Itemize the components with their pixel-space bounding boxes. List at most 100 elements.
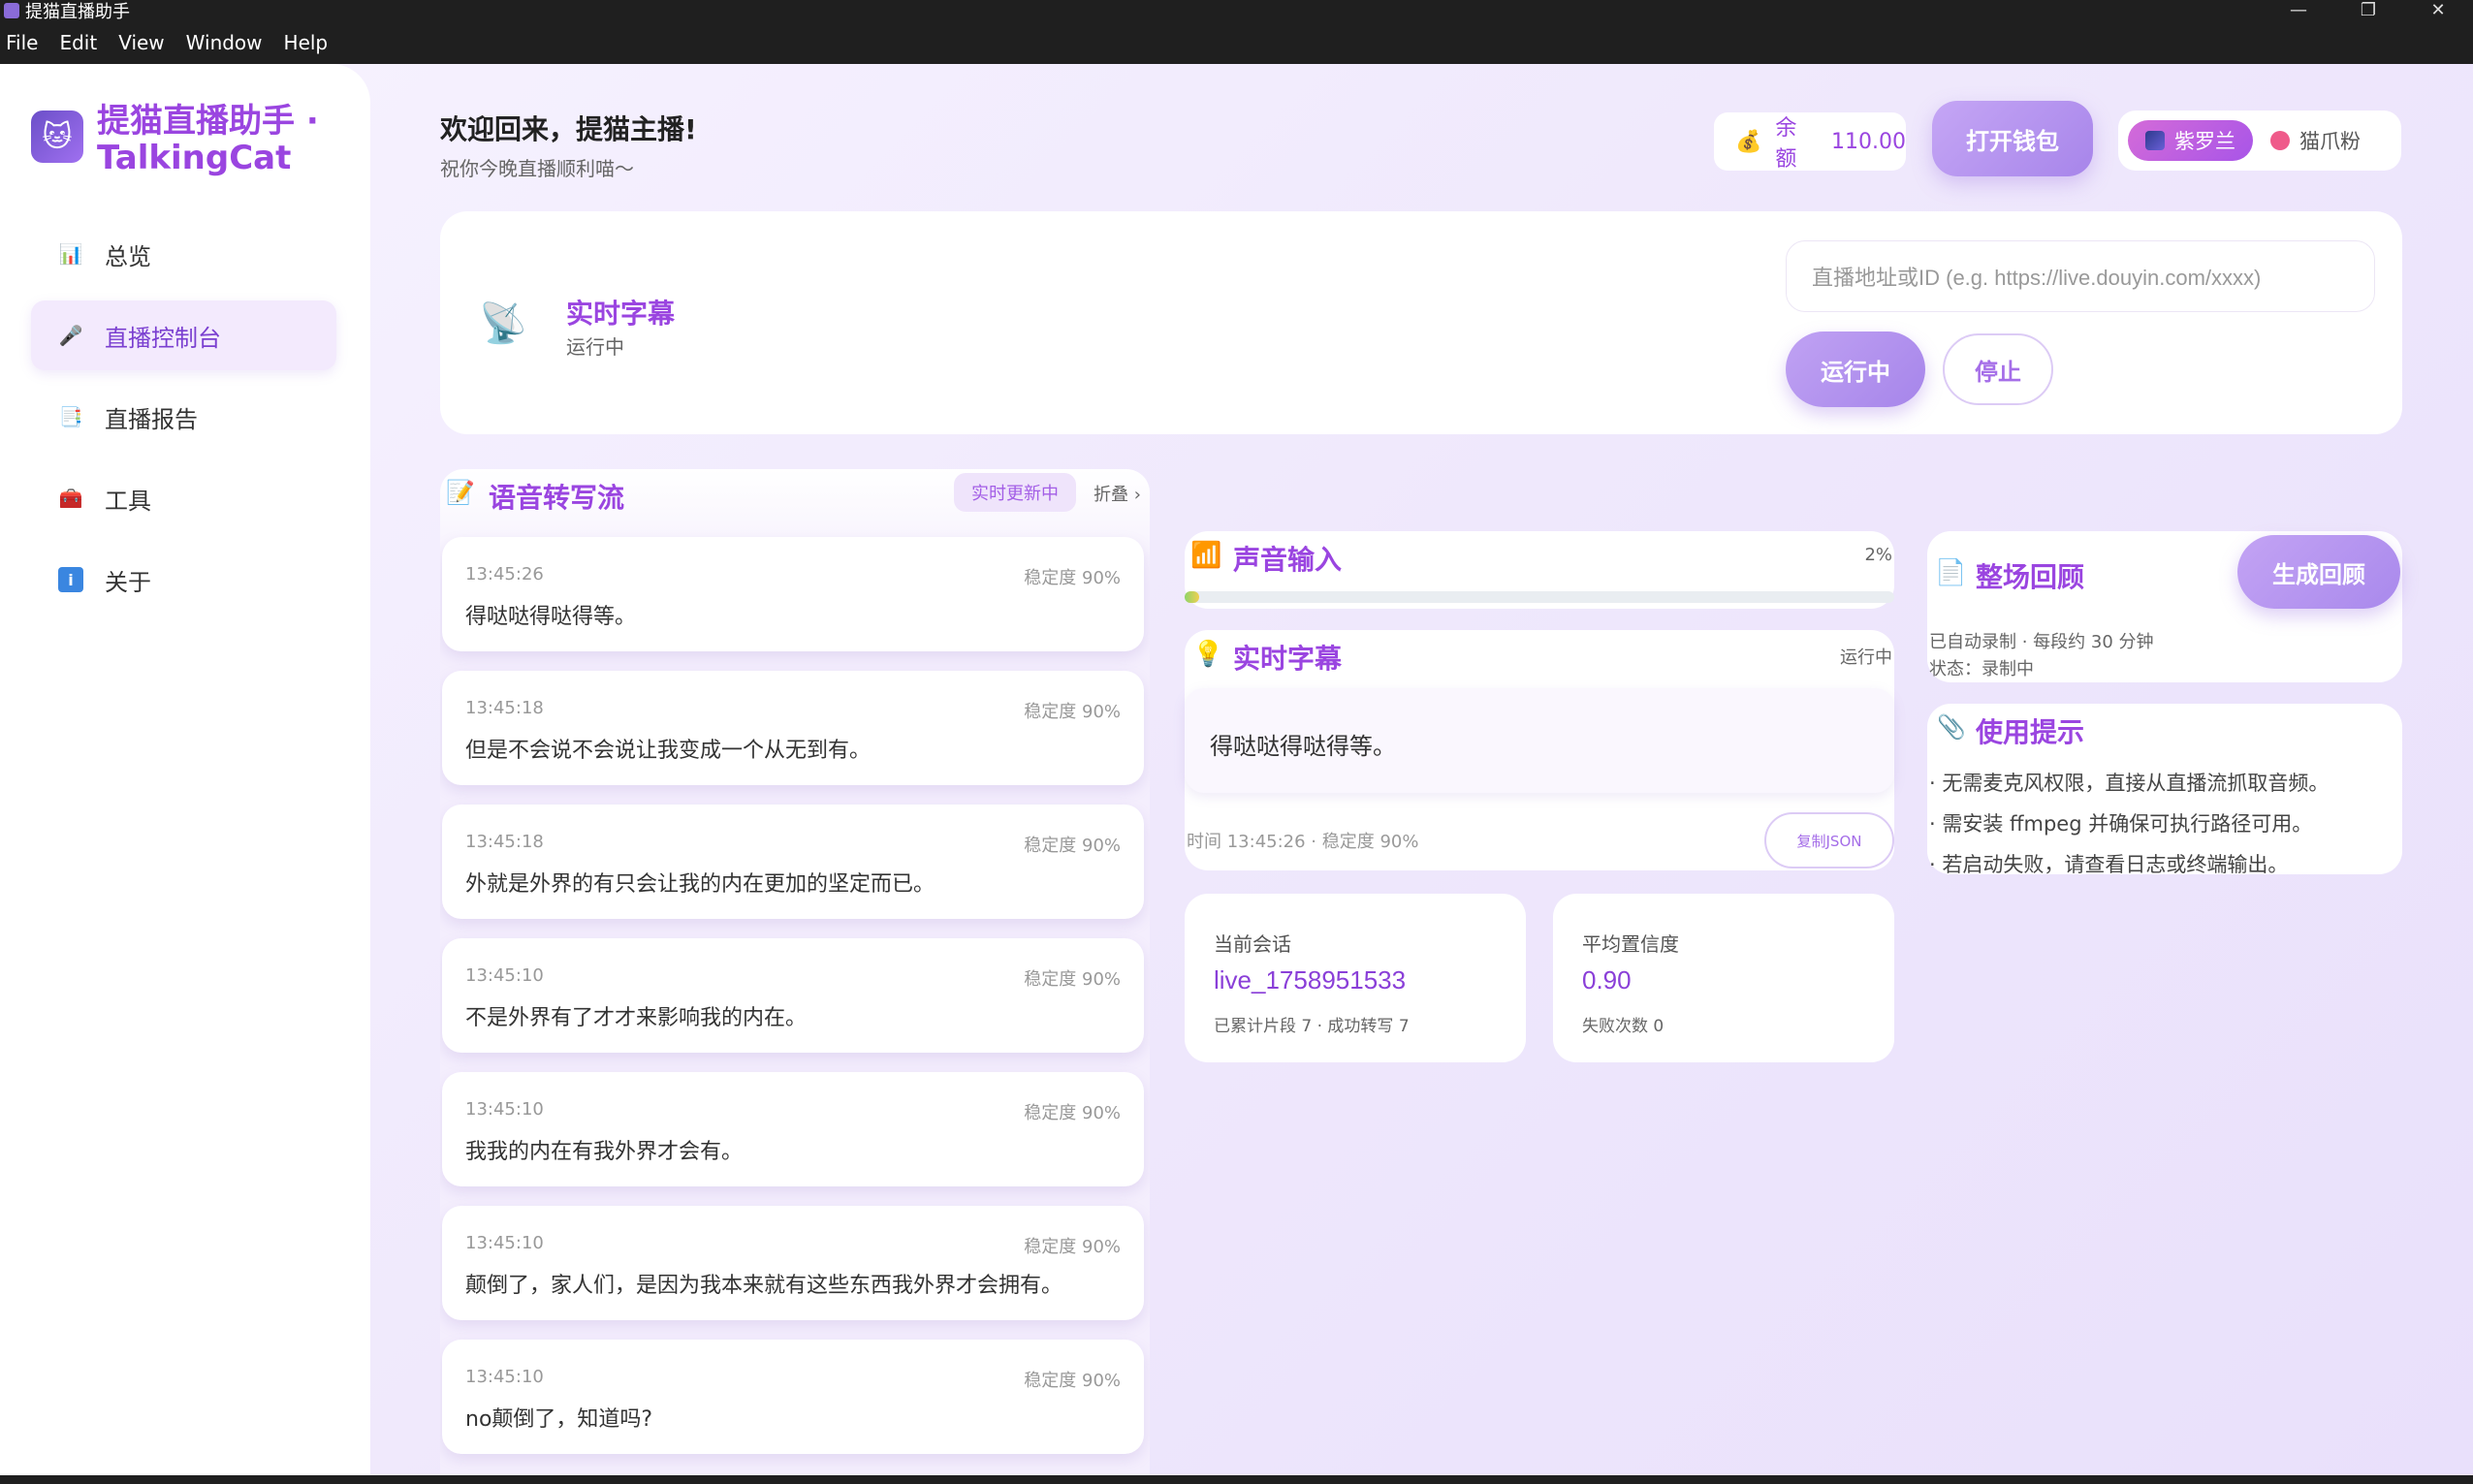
sidebar-item-label: 总览 (105, 242, 151, 270)
voice-level-label: 2% (1864, 545, 1892, 565)
app-icon (4, 3, 19, 18)
sidebar-item-label: 关于 (105, 568, 151, 596)
entry-time: 13:45:18 (465, 698, 544, 718)
document-icon: 📄 (1935, 558, 1967, 587)
report-icon: 📑 (58, 405, 83, 428)
brand-name: 提猫直播助手 · TalkingCat (97, 102, 319, 177)
copy-json-button[interactable]: 复制JSON (1764, 812, 1894, 868)
list-item: 13:45:18 稳定度 90% 外就是外界的有只会让我的内在更加的坚定而已。 (442, 805, 1144, 919)
brand: 🐱 提猫直播助手 · TalkingCat (31, 103, 359, 176)
stop-button[interactable]: 停止 (1943, 333, 2053, 405)
restore-icon[interactable]: ❐ (2333, 0, 2403, 21)
entry-text: 颠倒了，家人们，是因为我本来就有这些东西我外界才会拥有。 (465, 1274, 1063, 1298)
panel-title: 实时字幕 (566, 298, 676, 330)
info-icon: i (58, 567, 83, 592)
entry-time: 13:45:18 (465, 832, 544, 852)
subtitle-meta: 时间 13:45:26 · 稳定度 90% (1187, 832, 1419, 852)
voice-title: 声音输入 (1233, 544, 1343, 576)
entry-stability: 稳定度 90% (1024, 568, 1121, 588)
entry-text: 外就是外界的有只会让我的内在更加的坚定而已。 (465, 872, 935, 897)
violet-swatch-icon (2145, 131, 2165, 150)
menu-edit[interactable]: Edit (59, 31, 97, 54)
entry-stability: 稳定度 90% (1024, 1371, 1121, 1391)
menu-window[interactable]: Window (186, 31, 263, 54)
money-bag-icon: 💰 (1735, 129, 1762, 154)
memo-icon: 📝 (446, 479, 475, 506)
menu-help[interactable]: Help (284, 31, 329, 54)
entry-stability: 稳定度 90% (1024, 1103, 1121, 1123)
tip-item: · 无需麦克风权限，直接从直播流抓取音频。 (1929, 772, 2330, 795)
balance-label: 余额 (1775, 116, 1797, 172)
generate-review-button[interactable]: 生成回顾 (2237, 535, 2400, 609)
menu-file[interactable]: File (6, 31, 38, 54)
full-review-card: 📄 整场回顾 生成回顾 已自动录制 · 每段约 30 分钟 状态：录制中 (1927, 531, 2402, 682)
title-bar: 提猫直播助手 — ❐ ✕ (0, 0, 2473, 22)
review-status: 状态：录制中 (1929, 659, 2034, 679)
entry-text: 得哒哒得哒得等。 (465, 605, 637, 629)
balance-value: 110.00 (1831, 129, 1906, 154)
theme-switch: 紫罗兰 猫爪粉 (2118, 111, 2401, 171)
run-button[interactable]: 运行中 (1786, 332, 1925, 407)
live-url-input[interactable]: 直播地址或ID (e.g. https://live.douyin.com/xx… (1786, 240, 2375, 312)
session-label: 当前会话 (1214, 932, 1291, 956)
confidence-stat-card: 平均置信度 0.90 失败次数 0 (1553, 894, 1894, 1062)
list-item: 13:45:26 稳定度 90% 得哒哒得哒得等。 (442, 537, 1144, 651)
sidebar-item-tools[interactable]: 🧰 工具 (31, 463, 336, 533)
menu-view[interactable]: View (118, 31, 164, 54)
entry-stability: 稳定度 90% (1024, 836, 1121, 856)
toolbox-icon: 🧰 (58, 487, 83, 510)
voice-input-card: 📶 声音输入 2% (1185, 531, 1894, 609)
list-item: 13:45:10 稳定度 90% 不是外界有了才才来影响我的内在。 (442, 938, 1144, 1053)
paperclip-icon: 📎 (1937, 713, 1966, 741)
subtitle-text: 得哒哒得哒得等。 (1210, 733, 1396, 760)
session-sub: 已累计片段 7 · 成功转写 7 (1214, 1017, 1410, 1036)
live-control-panel: 📡 实时字幕 运行中 直播地址或ID (e.g. https://live.do… (440, 211, 2402, 434)
confidence-sub: 失败次数 0 (1582, 1017, 1665, 1036)
open-wallet-button[interactable]: 打开钱包 (1932, 101, 2093, 176)
sidebar-item-about[interactable]: i 关于 (31, 545, 336, 615)
close-icon[interactable]: ✕ (2403, 0, 2473, 21)
sidebar-item-live-report[interactable]: 📑 直播报告 (31, 382, 336, 452)
theme-label: 紫罗兰 (2174, 130, 2235, 153)
entry-stability: 稳定度 90% (1024, 702, 1121, 722)
balance-display: 💰 余额 110.00 (1714, 112, 1906, 172)
entry-time: 13:45:26 (465, 564, 544, 584)
fold-toggle[interactable]: 折叠 › (1094, 481, 1141, 506)
transcription-stream: 📝 语音转写流 实时更新中 折叠 › 13:45:26 稳定度 90% 得哒哒得… (440, 469, 1150, 1475)
usage-tips-card: 📎 使用提示 · 无需麦克风权限，直接从直播流抓取音频。 · 需安装 ffmpe… (1927, 704, 2402, 876)
session-stat-card: 当前会话 live_1758951533 已累计片段 7 · 成功转写 7 (1185, 894, 1526, 1062)
list-item: 13:45:10 稳定度 90% 颠倒了，家人们，是因为我本来就有这些东西我外界… (442, 1206, 1144, 1320)
subtitle-title: 实时字幕 (1233, 643, 1343, 675)
confidence-label: 平均置信度 (1582, 932, 1679, 956)
subtitle-text-box: 得哒哒得哒得等。 (1185, 688, 1894, 793)
entry-stability: 稳定度 90% (1024, 969, 1121, 990)
sidebar-item-label: 工具 (105, 487, 151, 515)
list-item: 13:45:10 稳定度 90% no颠倒了，知道吗? (442, 1340, 1144, 1454)
sidebar-item-live-console[interactable]: 🎤 直播控制台 (31, 300, 336, 370)
theme-option-violet[interactable]: 紫罗兰 (2128, 120, 2253, 161)
entry-time: 13:45:10 (465, 965, 544, 986)
subtitle-status: 运行中 (1840, 647, 1892, 668)
review-recording-info: 已自动录制 · 每段约 30 分钟 (1929, 632, 2154, 652)
panel-status: 运行中 (566, 335, 624, 359)
sidebar-item-overview[interactable]: 📊 总览 (31, 219, 336, 289)
list-item: 13:45:10 稳定度 90% 我我的内在有我外界才会有。 (442, 1072, 1144, 1186)
review-title: 整场回顾 (1976, 561, 2085, 593)
minimize-icon[interactable]: — (2264, 0, 2333, 21)
bottom-bar (0, 1475, 2473, 1484)
menu-bar: File Edit View Window Help (0, 21, 2473, 64)
realtime-subtitle-card: 💡 实时字幕 运行中 得哒哒得哒得等。 时间 13:45:26 · 稳定度 90… (1185, 630, 1894, 870)
theme-option-pink[interactable]: 猫爪粉 (2253, 120, 2378, 161)
tip-item: · 若启动失败，请查看日志或终端输出。 (1929, 853, 2289, 876)
list-item: 13:45:18 稳定度 90% 但是不会说不会说让我变成一个从无到有。 (442, 671, 1144, 785)
sidebar-item-label: 直播报告 (105, 405, 198, 433)
live-update-badge: 实时更新中 (954, 473, 1076, 512)
tip-item: · 需安装 ffmpeg 并确保可执行路径可用。 (1929, 812, 2313, 836)
tips-title: 使用提示 (1976, 716, 2085, 748)
stream-title: 语音转写流 (489, 482, 625, 514)
sidebar-nav: 📊 总览 🎤 直播控制台 📑 直播报告 🧰 工具 i 关于 (31, 219, 336, 626)
theme-label: 猫爪粉 (2299, 130, 2361, 153)
window-controls: — ❐ ✕ (2264, 0, 2473, 21)
microphone-icon: 🎤 (58, 324, 83, 347)
entry-stability: 稳定度 90% (1024, 1237, 1121, 1257)
